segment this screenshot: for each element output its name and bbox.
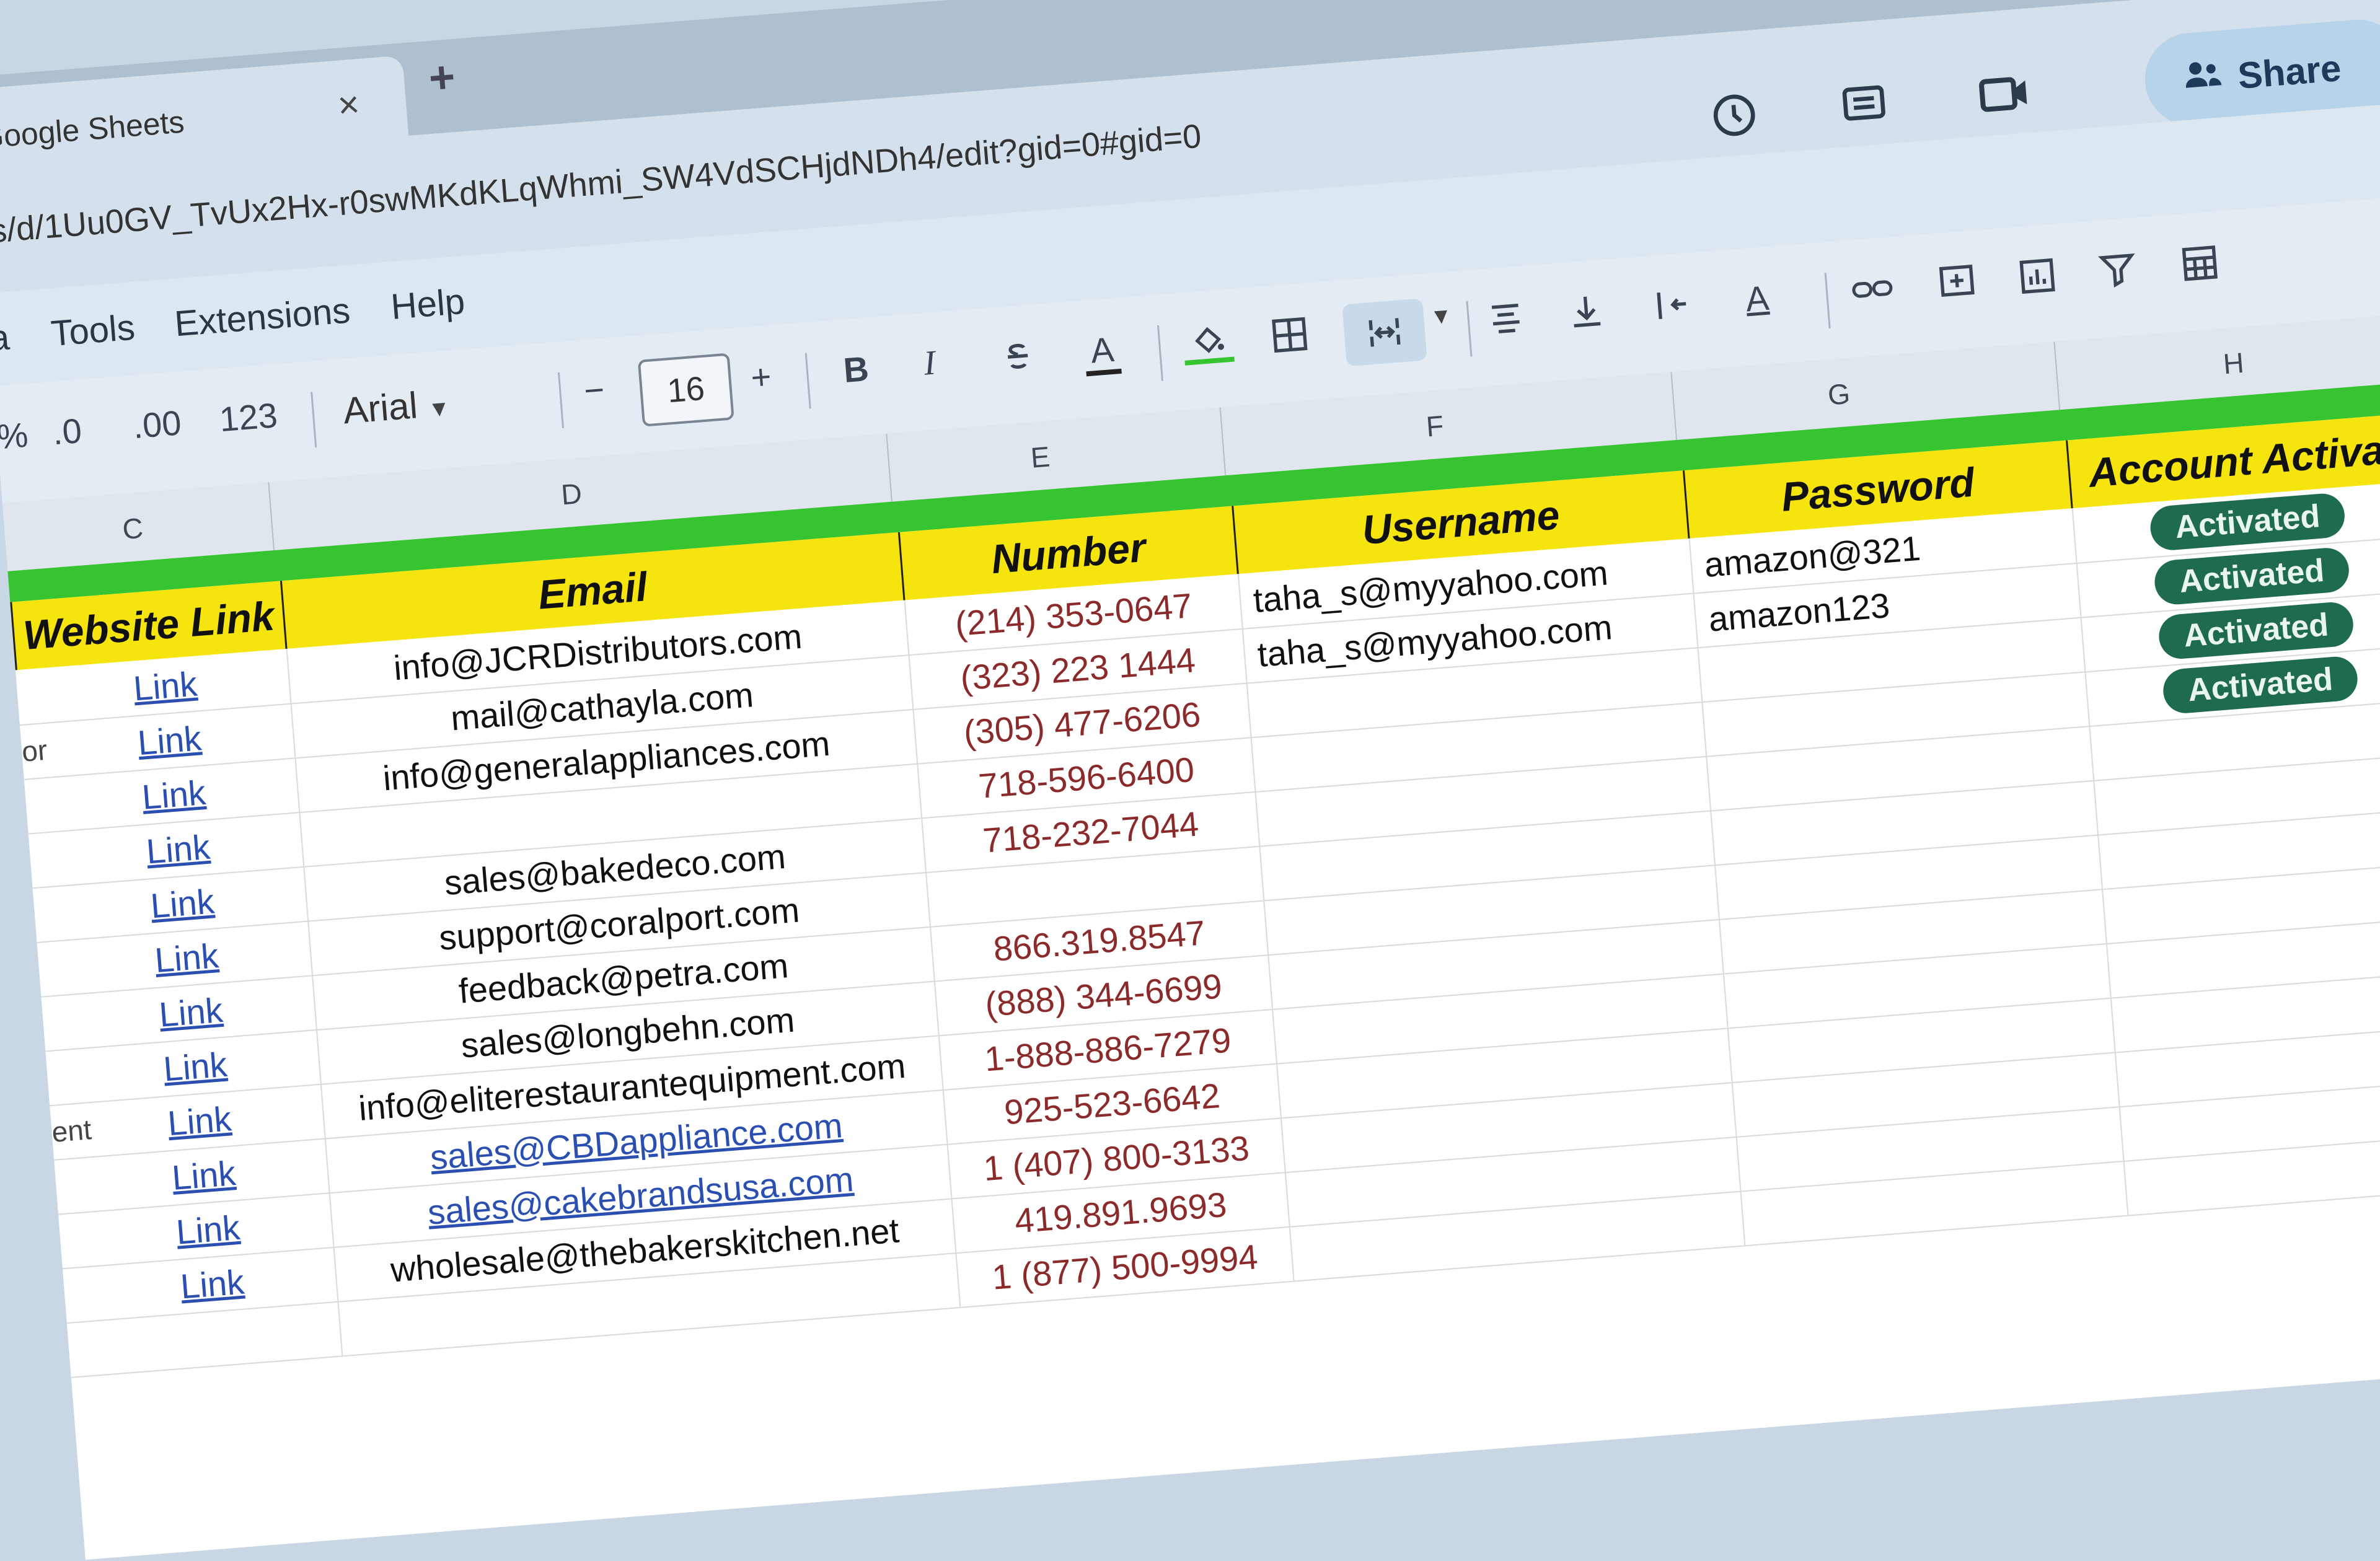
sheets-window: Google Sheets × + ts/d/1Uu0GV_TvUx2Hx-r0… — [0, 0, 2380, 1560]
text-rotation-button[interactable]: A — [1744, 278, 1770, 320]
decrease-decimal-button[interactable]: .0 — [51, 410, 84, 452]
fill-color-icon[interactable] — [1181, 319, 1235, 366]
toolbar-divider — [311, 392, 317, 448]
column-header-e[interactable]: E — [1029, 439, 1051, 474]
status-badge: Activated — [2148, 491, 2347, 552]
increase-decimal-button[interactable]: .00 — [131, 402, 183, 446]
text-wrap-icon[interactable] — [1651, 283, 1694, 326]
bold-button[interactable]: B — [842, 348, 870, 390]
menu-extensions[interactable]: Extensions — [173, 289, 351, 345]
toolbar-divider — [557, 372, 564, 428]
row-prefix-text: ent — [50, 1113, 93, 1148]
column-header-c[interactable]: C — [121, 511, 144, 546]
insert-chart-icon[interactable] — [2016, 255, 2059, 297]
column-separator — [268, 482, 275, 551]
column-separator — [1670, 372, 1678, 441]
horizontal-align-icon[interactable] — [1484, 297, 1527, 340]
menu-help[interactable]: Help — [389, 281, 466, 328]
menu-data[interactable]: a — [0, 317, 11, 359]
toolbar-divider — [1824, 273, 1831, 329]
merge-cells-icon[interactable] — [1342, 298, 1427, 367]
sheet-grid: Website Link Email Number Username Passw… — [7, 372, 2380, 1560]
column-separator — [2053, 341, 2061, 410]
row-prefix-text: or — [20, 733, 49, 768]
status-badge: Activated — [2157, 600, 2355, 661]
new-tab-button[interactable]: + — [427, 51, 457, 104]
text-color-button[interactable]: A — [1083, 328, 1122, 377]
insert-comment-icon[interactable] — [1936, 261, 1978, 304]
meet-icon[interactable] — [1976, 64, 2036, 124]
row-prefix-text — [41, 995, 70, 1051]
comment-icon[interactable] — [1834, 75, 1894, 135]
link-icon[interactable] — [1849, 268, 1896, 310]
menu-tools[interactable]: Tools — [50, 307, 136, 354]
row-prefix-text — [29, 831, 58, 887]
history-icon[interactable] — [1704, 86, 1765, 146]
row-prefix-text — [67, 1321, 96, 1377]
font-size-input[interactable]: 16 — [637, 353, 734, 427]
row-prefix-text — [63, 1266, 92, 1322]
filter-icon[interactable] — [2096, 248, 2139, 291]
toolbar-divider — [1466, 301, 1473, 357]
tab-close-icon[interactable]: × — [336, 82, 361, 127]
chevron-down-icon: ▼ — [427, 395, 451, 422]
column-separator — [886, 433, 892, 502]
vertical-align-icon[interactable] — [1565, 290, 1608, 333]
row-prefix-text — [58, 1212, 87, 1269]
percent-format-button[interactable]: % — [0, 415, 29, 457]
row-prefix-text — [33, 886, 62, 942]
italic-button[interactable]: I — [922, 343, 937, 383]
status-badge: Activated — [2161, 655, 2360, 715]
decrease-font-size-button[interactable]: − — [583, 369, 606, 411]
people-icon — [2180, 54, 2228, 103]
borders-icon[interactable] — [1268, 314, 1311, 356]
row-prefix-text — [24, 777, 53, 833]
column-header-f[interactable]: F — [1425, 408, 1445, 443]
row-prefix-text — [45, 1049, 74, 1105]
row-prefix-text — [37, 940, 66, 996]
row-prefix-text — [15, 668, 45, 724]
column-header-d[interactable]: D — [560, 477, 583, 511]
tab-title: Google Sheets — [0, 104, 186, 156]
toolbar-divider — [1157, 325, 1164, 381]
row-prefix-text — [54, 1158, 83, 1214]
strikethrough-icon[interactable] — [997, 335, 1039, 378]
share-label: Share — [2236, 46, 2343, 97]
increase-font-size-button[interactable]: + — [749, 356, 773, 397]
toolbar-divider — [804, 353, 811, 409]
column-header-h[interactable]: H — [2222, 346, 2245, 380]
status-badge: Activated — [2153, 546, 2351, 607]
font-family-select[interactable]: Arial ▼ — [342, 381, 451, 432]
column-header-g[interactable]: G — [1827, 377, 1851, 412]
font-name: Arial — [342, 384, 420, 432]
chevron-down-icon[interactable]: ▼ — [1429, 302, 1453, 330]
functions-icon[interactable] — [2177, 242, 2223, 284]
number-format-button[interactable]: 123 — [218, 395, 279, 439]
column-separator — [1219, 407, 1227, 476]
